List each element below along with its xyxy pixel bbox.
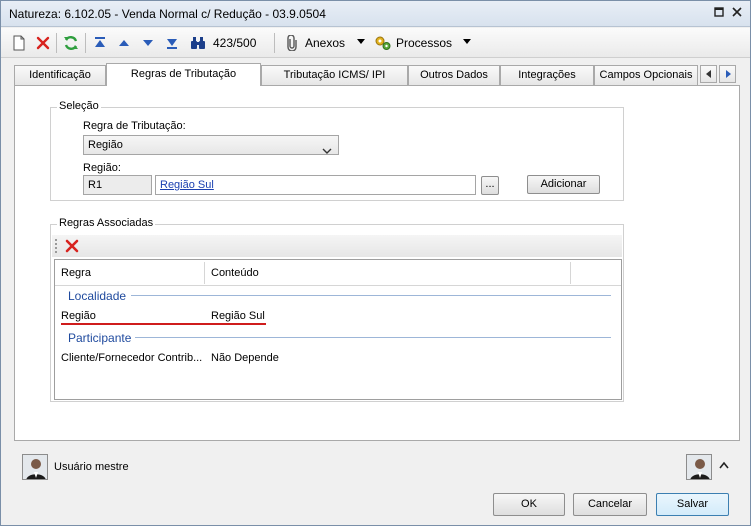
row-conteudo-cell: Região Sul	[211, 310, 265, 322]
tab-identificacao[interactable]: Identificação	[14, 65, 106, 85]
title-bar: Natureza: 6.102.05 - Venda Normal c/ Red…	[1, 1, 750, 27]
row-conteudo-cell: Não Depende	[211, 352, 279, 364]
toolbar-separator	[85, 33, 86, 53]
group-divider	[135, 337, 611, 338]
new-document-icon[interactable]	[10, 34, 28, 52]
col-header-conteudo[interactable]: Conteúdo	[211, 267, 259, 279]
selecao-title: Seleção	[57, 100, 101, 112]
window-title: Natureza: 6.102.05 - Venda Normal c/ Red…	[9, 7, 326, 21]
anexos-dropdown-icon[interactable]	[357, 39, 365, 44]
adicionar-button[interactable]: Adicionar	[527, 175, 600, 194]
regiao-label: Região:	[83, 162, 121, 174]
refresh-icon[interactable]	[62, 34, 80, 52]
col-header-regra[interactable]: Regra	[61, 267, 91, 279]
regra-select[interactable]: Região	[83, 135, 339, 155]
remove-rule-icon[interactable]	[64, 238, 80, 257]
chevron-down-icon	[322, 142, 332, 160]
avatar	[22, 454, 48, 480]
record-counter: 423/500	[213, 36, 257, 50]
lookup-button[interactable]: ...	[481, 176, 499, 195]
paperclip-icon[interactable]	[283, 34, 301, 52]
anexos-menu[interactable]: Anexos	[305, 36, 345, 50]
group-divider	[131, 295, 611, 296]
selection-underline	[61, 323, 266, 325]
ok-button[interactable]: OK	[493, 493, 565, 516]
save-button[interactable]: Salvar	[656, 493, 729, 516]
tab-tributacao-icms-ipi[interactable]: Tributação ICMS/ IPI	[261, 65, 408, 85]
column-separator[interactable]	[204, 262, 205, 284]
grip-handle[interactable]	[55, 239, 57, 253]
tab-scroll-right-icon[interactable]	[719, 65, 736, 83]
toolbar-separator	[274, 33, 275, 53]
group-participante-title: Participante	[68, 331, 132, 345]
row-regra-cell: Região	[61, 310, 96, 322]
tab-regras-de-tributacao[interactable]: Regras de Tributação	[106, 63, 261, 86]
chevron-up-icon[interactable]	[719, 460, 729, 472]
column-separator[interactable]	[570, 262, 571, 284]
regra-select-value: Região	[88, 139, 123, 151]
tab-integracoes[interactable]: Integrações	[500, 65, 594, 85]
last-record-icon[interactable]	[163, 34, 181, 52]
regras-associadas-title: Regras Associadas	[57, 217, 156, 229]
regra-label: Regra de Tributação:	[83, 120, 186, 132]
status-bar: Usuário mestre	[14, 447, 740, 489]
window: Natureza: 6.102.05 - Venda Normal c/ Red…	[0, 0, 751, 526]
grid-header: Regra Conteúdo	[55, 260, 621, 286]
regiao-name-link[interactable]: Região Sul	[160, 179, 214, 191]
tab-scroll-left-icon[interactable]	[700, 65, 717, 83]
group-localidade-title: Localidade	[68, 289, 127, 303]
next-record-icon[interactable]	[139, 34, 157, 52]
selecao-group: Seleção Regra de Tributação: Região Regi…	[50, 100, 624, 201]
tab-campos-opcionais[interactable]: Campos Opcionais	[594, 65, 698, 85]
tab-panel-regras: Seleção Regra de Tributação: Região Regi…	[14, 85, 740, 441]
first-record-icon[interactable]	[91, 34, 109, 52]
close-window-icon[interactable]	[731, 7, 743, 19]
binoculars-icon[interactable]	[189, 34, 207, 52]
previous-record-icon[interactable]	[115, 34, 133, 52]
cancel-button[interactable]: Cancelar	[573, 493, 647, 516]
processos-dropdown-icon[interactable]	[463, 39, 471, 44]
grid-toolbar	[52, 235, 622, 257]
delete-icon[interactable]	[34, 34, 52, 52]
regiao-code-field[interactable]: R1	[83, 175, 152, 195]
restore-icon[interactable]	[713, 7, 725, 19]
regras-associadas-group: Regras Associadas Regra Conteúdo Localid…	[50, 217, 624, 402]
row-regra-cell: Cliente/Fornecedor Contrib...	[61, 352, 203, 364]
avatar	[686, 454, 712, 480]
regiao-name-field[interactable]: Região Sul	[155, 175, 476, 195]
toolbar-separator	[56, 33, 57, 53]
processos-gear-icon[interactable]	[374, 34, 392, 52]
processos-menu[interactable]: Processos	[396, 36, 452, 50]
tab-outros-dados[interactable]: Outros Dados	[408, 65, 500, 85]
user-label: Usuário mestre	[54, 461, 129, 473]
tab-strip: Identificação Regras de Tributação Tribu…	[14, 63, 740, 86]
toolbar: 423/500 Anexos Processos	[1, 28, 750, 58]
rules-grid: Regra Conteúdo Localidade Região Região …	[54, 259, 622, 400]
